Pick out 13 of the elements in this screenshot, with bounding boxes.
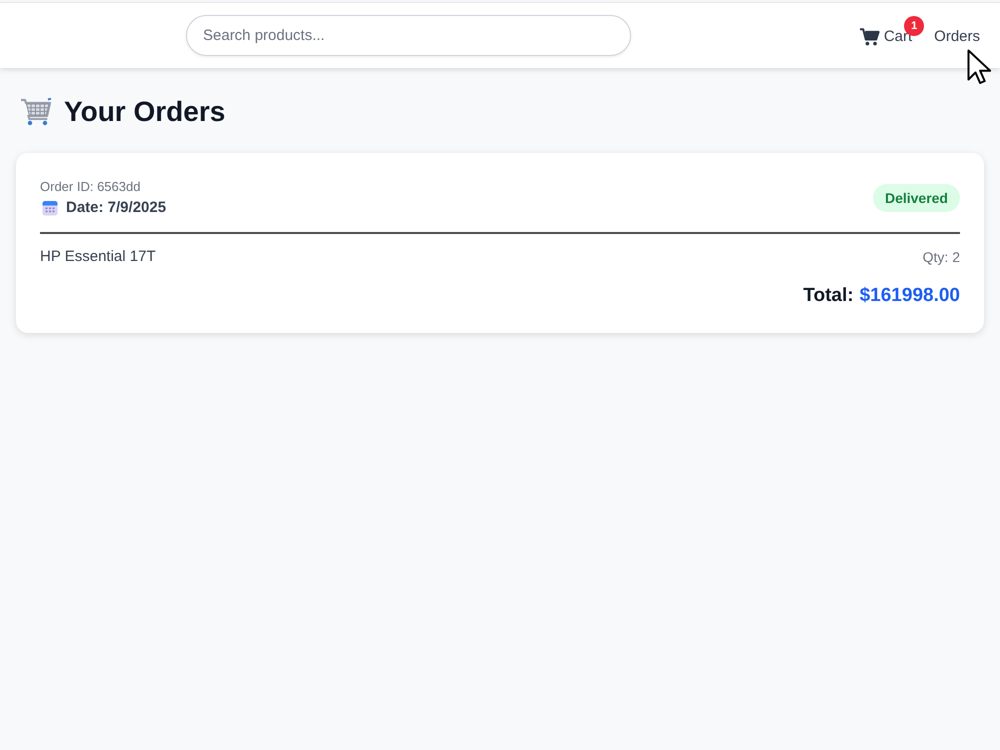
- order-date: Date: 7/9/2025: [66, 199, 166, 216]
- item-quantity: Qty: 2: [922, 248, 960, 264]
- status-badge: Delivered: [872, 184, 960, 212]
- total-label: Total:: [803, 285, 854, 307]
- page-title: Your Orders: [64, 96, 226, 128]
- orders-link[interactable]: Orders: [934, 28, 980, 45]
- calendar-icon: [42, 200, 58, 216]
- item-name: HP Essential 17T: [40, 248, 156, 265]
- search-field[interactable]: Search products...: [186, 15, 631, 56]
- shopping-cart-icon: [20, 98, 52, 126]
- order-id-text: Order ID: 6563dd: [40, 179, 142, 194]
- total-amount: $161998.00: [860, 285, 960, 307]
- cart-icon: [860, 28, 880, 46]
